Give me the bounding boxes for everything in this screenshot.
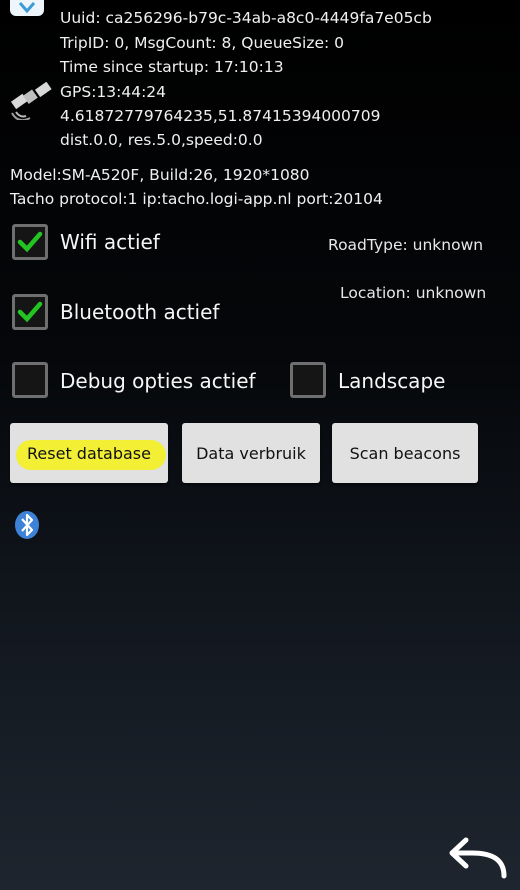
landscape-label[interactable]: Landscape	[338, 369, 445, 393]
checkmark-icon	[17, 231, 43, 253]
startup-time-text: Time since startup: 17:10:13	[60, 58, 284, 76]
gps-time-text: GPS:13:44:24	[60, 83, 167, 101]
reset-database-button[interactable]: Reset database	[10, 423, 168, 483]
road-type-status: RoadType: unknown	[328, 236, 484, 254]
satellite-icon	[10, 81, 54, 122]
reset-database-label: Reset database	[27, 443, 151, 463]
debug-options-label[interactable]: Debug opties actief	[60, 369, 256, 393]
device-info-header: Uuid: ca256296-b79c-34ab-a8c0-4449fa7e05…	[0, 0, 520, 80]
debug-options-checkbox[interactable]	[12, 362, 48, 398]
bluetooth-checkbox[interactable]	[12, 294, 48, 330]
app-logo-icon	[10, 0, 44, 16]
wifi-label[interactable]: Wifi actief	[60, 230, 160, 254]
landscape-checkbox[interactable]	[290, 362, 326, 398]
bluetooth-label[interactable]: Bluetooth actief	[60, 300, 219, 324]
location-status: Location: unknown	[340, 284, 487, 302]
scan-beacons-label: Scan beacons	[349, 443, 461, 463]
trip-text: TripID: 0, MsgCount: 8, QueueSize: 0	[60, 34, 345, 52]
tacho-protocol-text: Tacho protocol:1 ip:tacho.logi-app.nl po…	[10, 190, 383, 208]
wifi-checkbox[interactable]	[12, 224, 48, 260]
checkmark-icon	[17, 301, 43, 323]
bluetooth-icon	[14, 510, 40, 540]
scan-beacons-button[interactable]: Scan beacons	[332, 423, 478, 483]
gps-coordinates-text: 4.61872779764235,51.87415394000709	[60, 107, 381, 125]
uuid-text: Uuid: ca256296-b79c-34ab-a8c0-4449fa7e05…	[60, 9, 432, 27]
data-usage-button[interactable]: Data verbruik	[182, 423, 320, 483]
data-usage-label: Data verbruik	[196, 443, 306, 463]
back-arrow-icon[interactable]	[446, 836, 508, 880]
device-model-text: Model:SM-A520F, Build:26, 1920*1080	[10, 166, 310, 184]
gps-stats-text: dist.0.0, res.5.0,speed:0.0	[60, 131, 263, 149]
